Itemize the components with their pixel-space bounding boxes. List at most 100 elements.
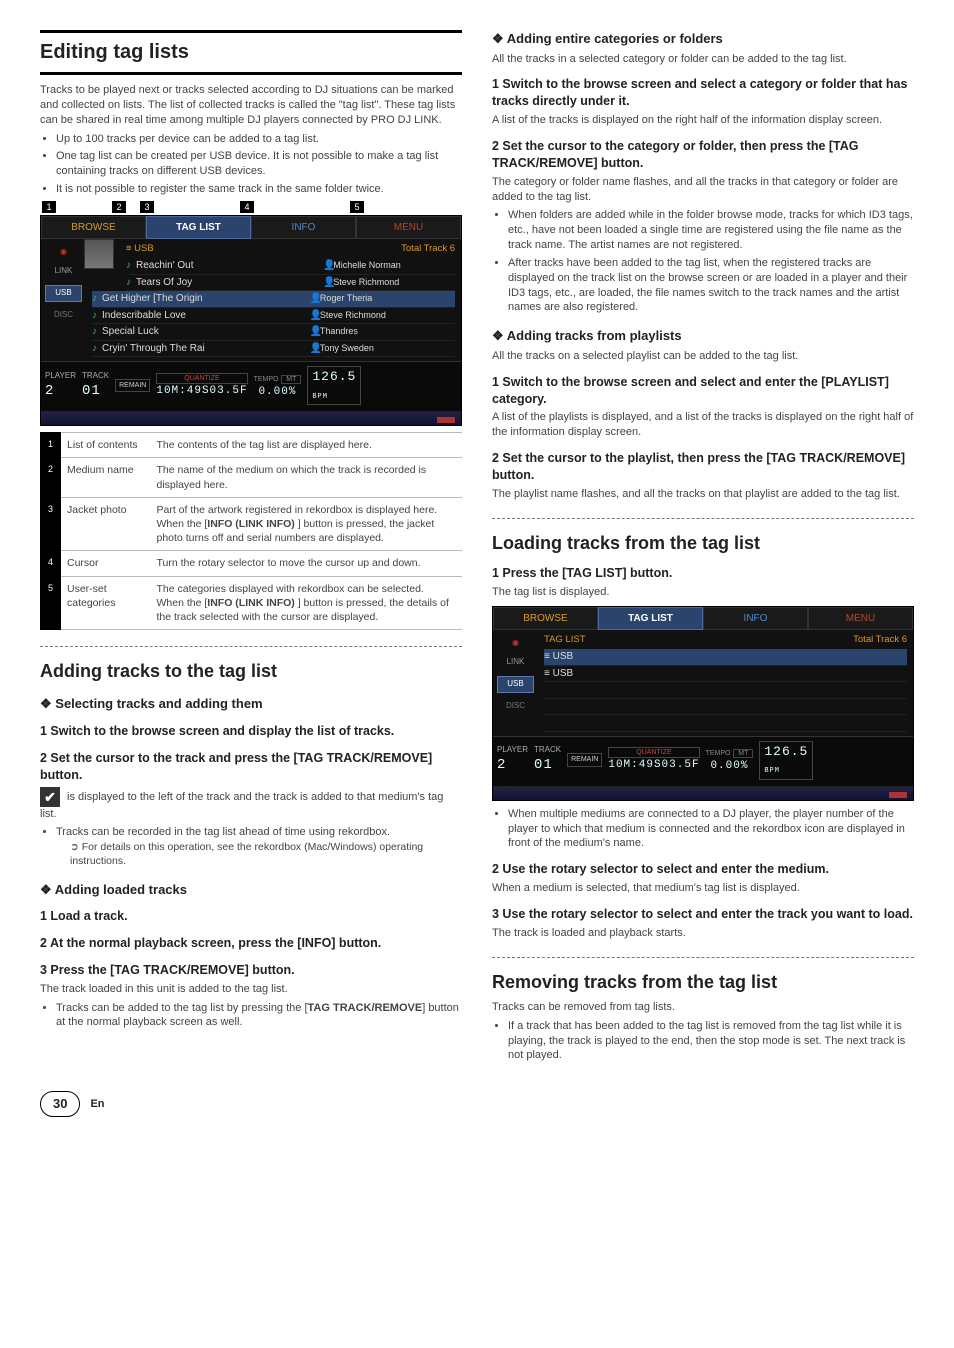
track-title: Tears Of Joy (136, 276, 323, 290)
heading-playlists: Adding tracks from playlists (492, 327, 914, 345)
track-title: Cryin' Through The Rai (102, 342, 310, 356)
bullet-list: If a track that has been added to the ta… (492, 1019, 914, 1064)
artist-icon: 👤 (323, 259, 333, 273)
side-disc: DISC (45, 310, 82, 321)
jacket-photo (84, 239, 114, 269)
tab-browse: BROWSE (41, 216, 146, 240)
artist-icon: 👤 (310, 309, 320, 323)
heading-loaded: Adding loaded tracks (40, 881, 462, 899)
list-item: Tracks can be recorded in the tag list a… (56, 825, 462, 868)
step-heading: 1 Switch to the browse screen and select… (492, 374, 914, 408)
waveform (41, 411, 461, 425)
note-icon: ♪ (92, 342, 102, 356)
side-usb: USB (497, 676, 534, 693)
callout-2: 2 (112, 201, 126, 213)
player-number: 2 (497, 756, 528, 775)
note-icon: ♪ (92, 325, 102, 339)
table-num: 1 (41, 433, 61, 458)
track-title: Indescribable Love (102, 309, 310, 323)
intro-bullet: It is not possible to register the same … (56, 182, 462, 197)
waveform (493, 786, 913, 800)
tab-browse: BROWSE (493, 607, 598, 631)
artist-icon: 👤 (310, 292, 320, 306)
bullet-list: When folders are added while in the fold… (492, 208, 914, 315)
time-display: 10M:49S03.5F (608, 758, 699, 773)
quantize-label: QUANTIZE (608, 747, 699, 758)
artist-icon: 👤 (323, 276, 333, 290)
player-label: PLAYER (45, 371, 76, 382)
artist-icon: 👤 (310, 325, 320, 339)
table-name: Jacket photo (61, 497, 151, 551)
table-name: Cursor (61, 551, 151, 576)
side-link: LINK (45, 266, 82, 277)
rec-icon: ◉ (45, 247, 82, 258)
body-text: The tag list is displayed. (492, 585, 914, 600)
body-text: All the tracks in a selected category or… (492, 52, 914, 67)
list-head-right: Total Track 6 (853, 634, 907, 647)
tempo-label: TEMPO (706, 750, 731, 757)
artist-icon: 👤 (310, 342, 320, 356)
intro-bullets: Up to 100 tracks per device can be added… (40, 132, 462, 197)
intro-bullet: Up to 100 tracks per device can be added… (56, 132, 462, 147)
tab-menu: MENU (808, 607, 913, 631)
track-title: Reachin' Out (136, 259, 323, 273)
description-table: 1 List of contents The contents of the t… (40, 432, 462, 630)
list-item: If a track that has been added to the ta… (508, 1019, 914, 1064)
track-artist: Thandres (320, 325, 455, 339)
track-artist: Roger Theria (320, 292, 455, 306)
track-title: Special Luck (102, 325, 310, 339)
table-desc: Part of the artwork registered in rekord… (151, 497, 463, 551)
tab-info: INFO (251, 216, 356, 240)
quantize-label: QUANTIZE (156, 373, 247, 384)
subsection-loading: Loading tracks from the tag list (492, 531, 914, 555)
track-artist: Steve Richmond (333, 276, 455, 290)
tempo-value: 0.00% (254, 385, 302, 400)
body-text: A list of the playlists is displayed, an… (492, 410, 914, 440)
remain-label: REMAIN (115, 379, 150, 392)
list-item: When multiple mediums are connected to a… (508, 807, 914, 852)
tempo-value: 0.00% (706, 759, 754, 774)
mt-label: MT (733, 749, 753, 758)
check-paragraph: ✔ is displayed to the left of the track … (40, 787, 462, 822)
side-link: LINK (497, 657, 534, 668)
list-head-right: Total Track 6 (401, 243, 455, 256)
tab-info: INFO (703, 607, 808, 631)
bpm-display: 126.5BPM (759, 741, 813, 780)
mt-label: MT (281, 375, 301, 384)
note-icon: ♪ (126, 259, 136, 273)
track-artist: Steve Richmond (320, 309, 455, 323)
note-icon: ♪ (92, 309, 102, 323)
body-text: The track loaded in this unit is added t… (40, 982, 462, 997)
body-text: A list of the tracks is displayed on the… (492, 113, 914, 128)
table-desc: The contents of the tag list are display… (151, 433, 463, 458)
step-heading: 3 Press the [TAG TRACK/REMOVE] button. (40, 962, 462, 979)
intro-text: Tracks to be played next or tracks selec… (40, 83, 462, 128)
section-title: Editing tag lists (40, 30, 462, 75)
track-title: Get Higher [The Origin (102, 292, 310, 306)
track-label: TRACK (82, 371, 109, 382)
tab-menu: MENU (356, 216, 461, 240)
remain-label: REMAIN (567, 753, 602, 766)
step-heading: 1 Switch to the browse screen and select… (492, 76, 914, 110)
table-desc: Turn the rotary selector to move the cur… (151, 551, 463, 576)
side-usb: USB (45, 285, 82, 302)
body-text: Tracks can be removed from tag lists. (492, 1000, 914, 1015)
table-num: 4 (41, 551, 61, 576)
time-display: 10M:49S03.5F (156, 384, 247, 399)
list-item: Tracks can be added to the tag list by p… (56, 1001, 462, 1031)
sub-bullet: For details on this operation, see the r… (56, 840, 462, 868)
table-desc: The categories displayed with rekordbox … (151, 576, 463, 630)
list-head-left: ≡ USB (126, 243, 154, 256)
callout-5: 5 (350, 201, 364, 213)
table-num: 3 (41, 497, 61, 551)
page-footer: 30 En (40, 1091, 914, 1117)
subsection-adding: Adding tracks to the tag list (40, 659, 462, 683)
step-heading: 1 Load a track. (40, 908, 462, 925)
track-number: 01 (82, 382, 109, 401)
note-icon: ♪ (92, 292, 102, 306)
list-item: When folders are added while in the fold… (508, 208, 914, 253)
track-artist: Michelle Norman (333, 259, 455, 273)
body-text: The track is loaded and playback starts. (492, 926, 914, 941)
step-heading: 2 At the normal playback screen, press t… (40, 935, 462, 952)
track-label: TRACK (534, 745, 561, 756)
